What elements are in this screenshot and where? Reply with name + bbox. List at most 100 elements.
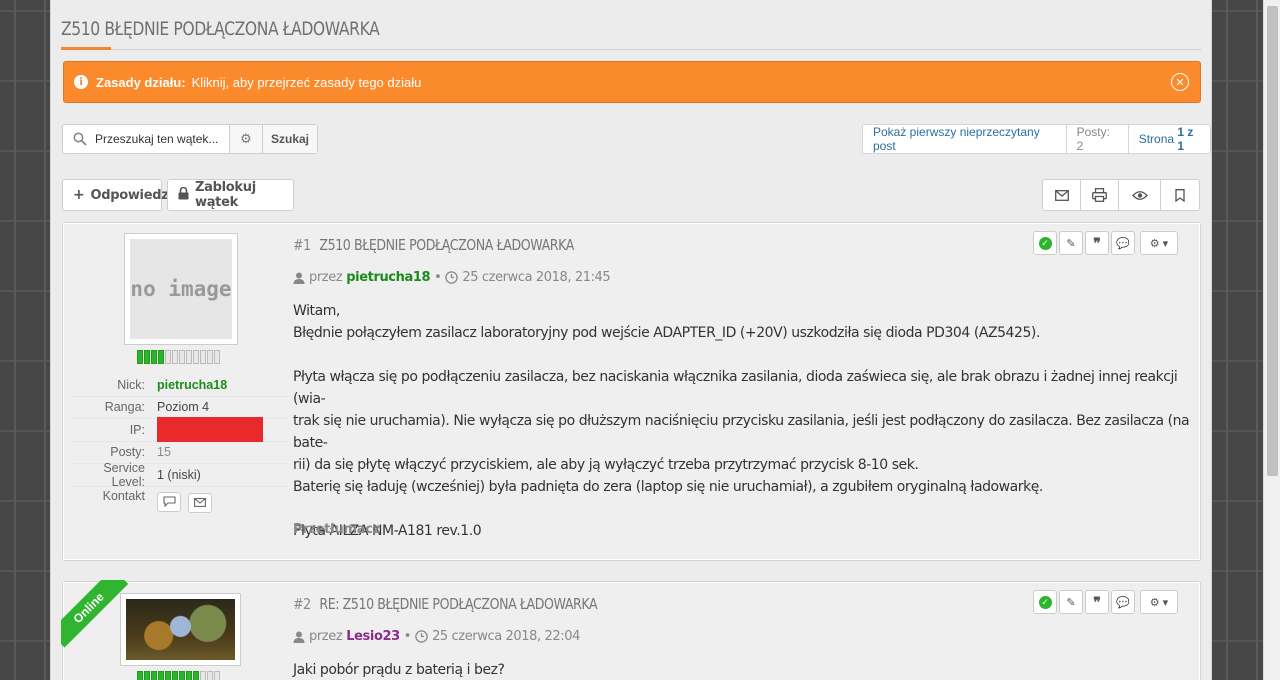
post-date: 25 czerwca 2018, 21:45 (462, 270, 611, 285)
quote-button[interactable]: ❞ (1085, 590, 1109, 614)
reputation-segment (144, 350, 150, 364)
post-body-line (293, 344, 1193, 366)
reputation-segment (151, 350, 157, 364)
lock-thread-button[interactable]: Zablokuj wątek (167, 179, 294, 211)
thread-pager: Pokaż pierwszy nieprzeczytany post Posty… (862, 124, 1211, 154)
first-unread-link[interactable]: Pokaż pierwszy nieprzeczytany post (863, 125, 1067, 153)
bookmark-button[interactable] (1161, 180, 1199, 210)
edit-icon: ✎ (1066, 596, 1076, 609)
scrollbar-thumb[interactable] (1267, 6, 1278, 476)
search-icon (73, 132, 87, 146)
clock-icon (415, 630, 428, 643)
post-options-button[interactable]: ⚙ ▾ (1140, 231, 1178, 255)
rank-label: Ranga: (104, 400, 145, 415)
quote-button[interactable]: ❞ (1085, 231, 1109, 255)
clock-icon (445, 271, 459, 284)
reputation-segment (200, 671, 206, 680)
post-title-text: Z510 BŁĘDNIE PODŁĄCZONA ŁADOWARKA (319, 236, 574, 254)
post-actions: ✓ ✎ ❞ 💬 ⚙ ▾ (1033, 231, 1178, 255)
thread-tools (1042, 179, 1200, 211)
scrollbar[interactable] (1263, 0, 1280, 680)
edit-button[interactable]: ✎ (1059, 231, 1083, 255)
reputation-segment (172, 671, 178, 680)
reputation-segment (193, 350, 199, 364)
contact-buttons (157, 489, 216, 513)
avatar[interactable] (120, 593, 241, 666)
info-row-nick: Nick: pietrucha18 (73, 374, 288, 397)
eye-icon (1131, 190, 1148, 200)
post-number[interactable]: #1 (293, 236, 311, 254)
edit-button[interactable]: ✎ (1059, 590, 1083, 614)
search-options-button[interactable]: ⚙ (230, 125, 263, 153)
posts-count: Posty: 2 (1067, 125, 1129, 153)
post-meta: przez Lesio23 • 25 czerwca 2018, 22:04 (293, 629, 580, 644)
avatar[interactable]: no image (124, 233, 238, 345)
page-indicator[interactable]: Strona 1 z 1 (1129, 125, 1210, 153)
reputation-segment (179, 671, 185, 680)
post-title: #1 Z510 BŁĘDNIE PODŁĄCZONA ŁADOWARKA (293, 236, 574, 254)
redaction-box (157, 417, 263, 443)
reputation-bar (137, 671, 220, 680)
reputation-segment (179, 350, 185, 364)
gear-icon: ⚙ ▾ (1149, 237, 1169, 250)
meta-separator: • (434, 270, 442, 285)
notice-text[interactable]: Kliknij, aby przejrzeć zasady tego dział… (192, 75, 422, 90)
post-2: Online #2 RE: Z510 BŁĘDNIE PODŁĄCZONA ŁA… (61, 580, 1201, 680)
forum-rules-notice[interactable]: i Zasady działu: Kliknij, aby przejrzeć … (63, 61, 1201, 103)
reputation-segment (144, 671, 150, 680)
post-author[interactable]: Lesio23 (346, 629, 400, 644)
post-by: przez (309, 270, 343, 285)
envelope-icon[interactable] (188, 492, 213, 513)
info-row-rank: Ranga: Poziom 4 (73, 397, 288, 419)
lock-icon (178, 186, 189, 204)
background-left (0, 0, 50, 680)
reputation-segment (158, 671, 164, 680)
search-input[interactable]: Przeszukaj ten wątek... (63, 125, 230, 153)
search-placeholder: Przeszukaj ten wątek... (95, 132, 219, 146)
post-author[interactable]: pietrucha18 (346, 270, 430, 285)
page-title: Z510 BŁĘDNIE PODŁĄCZONA ŁADOWARKA (61, 18, 380, 40)
gear-icon: ⚙ (240, 131, 252, 146)
post-body-line: rii) da się płytę włączyć przyciskiem, a… (293, 457, 919, 473)
translate-link[interactable]: Przetłumacz (293, 522, 380, 537)
print-button[interactable] (1081, 180, 1119, 210)
reply-post-button[interactable]: 💬 (1111, 231, 1135, 255)
quote-icon: ❞ (1093, 234, 1101, 251)
post-1: no image Nick: pietrucha18 Ranga: Poziom… (62, 222, 1201, 561)
print-icon (1092, 188, 1107, 202)
approve-button[interactable]: ✓ (1033, 590, 1057, 614)
post-body-line: Płyta AILZA NM-A181 rev.1.0 (293, 523, 482, 539)
post-date: 25 czerwca 2018, 22:04 (432, 629, 580, 644)
nick-value[interactable]: pietrucha18 (157, 378, 227, 392)
reputation-segment (165, 350, 171, 364)
reputation-segment (207, 671, 213, 680)
user-icon (293, 272, 305, 284)
envelope-icon (1054, 189, 1069, 201)
reply-post-button[interactable]: 💬 (1111, 590, 1135, 614)
reputation-segment (186, 350, 192, 364)
check-icon: ✓ (1038, 236, 1052, 250)
post-body-line: Witam, (293, 303, 340, 319)
email-thread-button[interactable] (1043, 180, 1081, 210)
reply-button[interactable]: + Odpowiedz (62, 179, 169, 211)
post-number[interactable]: #2 (293, 595, 311, 613)
chat-icon[interactable] (157, 491, 181, 512)
post-body-line: Błędnie połączyłem zasilacz laboratoryjn… (293, 325, 1040, 341)
post-body-line: Płyta włącza się po podłączeniu zasilacz… (293, 369, 1178, 407)
avatar-placeholder: no image (130, 239, 232, 339)
post-actions: ✓ ✎ ❞ 💬 ⚙ ▾ (1033, 590, 1178, 614)
service-label: Service Level: (103, 460, 145, 489)
post-options-button[interactable]: ⚙ ▾ (1140, 590, 1178, 614)
approve-button[interactable]: ✓ (1033, 231, 1057, 255)
lock-label: Zablokuj wątek (195, 180, 256, 210)
info-row-service: Service Level: 1 (niski) (73, 460, 288, 489)
search-button[interactable]: Szukaj (263, 125, 317, 153)
ip-value-redacted (157, 417, 263, 443)
close-icon[interactable]: ✕ (1171, 73, 1189, 91)
speech-bubble-icon: 💬 (1116, 596, 1130, 609)
online-ribbon: Online (61, 580, 129, 648)
meta-separator: • (403, 629, 412, 644)
forum-container: Z510 BŁĘDNIE PODŁĄCZONA ŁADOWARKA i Zasa… (50, 0, 1212, 680)
rank-value: Poziom 4 (157, 400, 210, 415)
watch-button[interactable] (1119, 180, 1161, 210)
